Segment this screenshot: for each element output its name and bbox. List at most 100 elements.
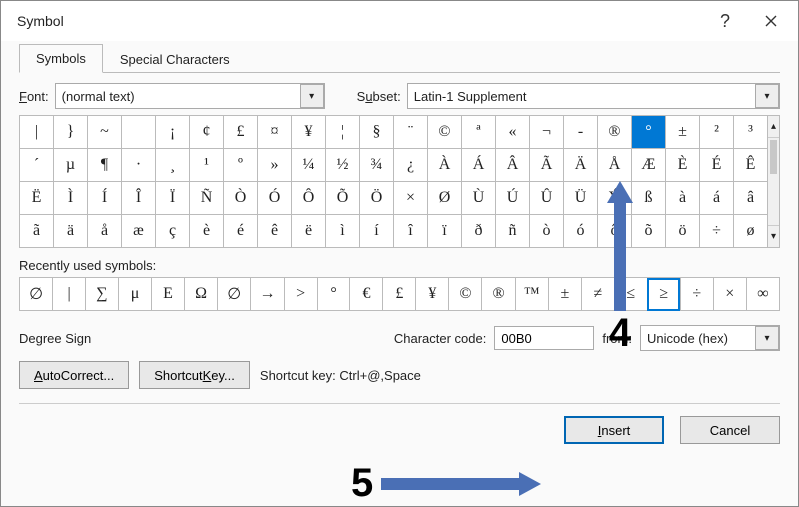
symbol-cell[interactable]: µ [54, 149, 88, 182]
symbol-cell[interactable]: Ã [530, 149, 564, 182]
symbol-cell[interactable]: ÷ [700, 215, 734, 248]
symbol-cell[interactable]: Æ [632, 149, 666, 182]
recent-cell[interactable]: ≠ [581, 278, 614, 311]
symbol-cell[interactable]: à [666, 182, 700, 215]
recent-cell[interactable]: ∑ [85, 278, 118, 311]
symbol-cell[interactable]: Ê [734, 149, 768, 182]
symbol-cell[interactable]: Ö [360, 182, 394, 215]
symbol-cell[interactable]: ³ [734, 116, 768, 149]
symbol-cell[interactable]: ¡ [156, 116, 190, 149]
symbol-cell[interactable]: Ô [292, 182, 326, 215]
symbol-cell[interactable]: á [700, 182, 734, 215]
symbol-cell[interactable]: Ä [564, 149, 598, 182]
symbol-cell[interactable]: ì [326, 215, 360, 248]
symbol-cell[interactable]: | [20, 116, 54, 149]
symbol-cell[interactable]: ° [632, 116, 666, 149]
symbol-cell[interactable]: º [224, 149, 258, 182]
tab-symbols[interactable]: Symbols [19, 44, 103, 73]
symbol-cell[interactable]: Ù [462, 182, 496, 215]
symbol-cell[interactable]: í [360, 215, 394, 248]
symbol-cell[interactable]: ß [632, 182, 666, 215]
close-button[interactable] [748, 2, 794, 40]
font-select[interactable]: (normal text) ▾ [55, 83, 325, 109]
symbol-cell[interactable]: ¾ [360, 149, 394, 182]
autocorrect-button[interactable]: AutoCorrect... [19, 361, 129, 389]
recent-cell[interactable]: Ε [152, 278, 185, 311]
help-button[interactable]: ? [702, 2, 748, 40]
symbol-cell[interactable]: Ú [496, 182, 530, 215]
scroll-down-icon[interactable]: ▾ [768, 225, 779, 247]
symbol-cell[interactable]: À [428, 149, 462, 182]
symbol-cell[interactable]: ~ [88, 116, 122, 149]
symbol-cell[interactable]: £ [224, 116, 258, 149]
symbol-cell[interactable]: ± [666, 116, 700, 149]
symbol-cell[interactable]: ¨ [394, 116, 428, 149]
symbol-cell[interactable]: Î [122, 182, 156, 215]
symbol-cell[interactable]: õ [632, 215, 666, 248]
symbol-cell[interactable]: Ý [598, 182, 632, 215]
recent-cell[interactable]: > [284, 278, 317, 311]
symbol-cell[interactable]: ª [462, 116, 496, 149]
recent-cell[interactable]: → [251, 278, 284, 311]
symbol-cell[interactable]: É [700, 149, 734, 182]
recent-cell[interactable]: © [449, 278, 482, 311]
recent-cell[interactable]: ∅ [218, 278, 251, 311]
symbol-cell[interactable]: § [360, 116, 394, 149]
symbol-cell[interactable]: ä [54, 215, 88, 248]
symbol-cell[interactable]: ¶ [88, 149, 122, 182]
recent-grid[interactable]: ∅|∑μΕΩ∅→>°€£¥©®™±≠≤≥÷×∞ [19, 277, 780, 311]
recent-cell[interactable]: ¥ [416, 278, 449, 311]
symbol-cell[interactable]: Ï [156, 182, 190, 215]
symbol-cell[interactable]: Û [530, 182, 564, 215]
recent-cell[interactable]: ∞ [746, 278, 779, 311]
recent-cell[interactable]: ® [482, 278, 515, 311]
symbol-cell[interactable]: ¸ [156, 149, 190, 182]
recent-cell[interactable]: ± [548, 278, 581, 311]
grid-scrollbar[interactable]: ▴ ▾ [768, 115, 780, 248]
symbol-cell[interactable]: é [224, 215, 258, 248]
symbol-cell[interactable]: ê [258, 215, 292, 248]
symbol-cell[interactable]: ô [598, 215, 632, 248]
symbol-cell[interactable]: ¤ [258, 116, 292, 149]
symbol-cell[interactable]: Õ [326, 182, 360, 215]
symbol-cell[interactable]: ¹ [190, 149, 224, 182]
recent-cell[interactable]: € [350, 278, 383, 311]
symbol-cell[interactable]: ã [20, 215, 54, 248]
symbol-cell[interactable]: ø [734, 215, 768, 248]
symbol-cell[interactable]: · [122, 149, 156, 182]
symbol-cell[interactable]: Ø [428, 182, 462, 215]
symbol-cell[interactable]: ¢ [190, 116, 224, 149]
scroll-thumb[interactable] [770, 140, 777, 174]
symbol-cell[interactable]: â [734, 182, 768, 215]
tab-special-characters[interactable]: Special Characters [103, 45, 247, 73]
symbol-cell[interactable]: ç [156, 215, 190, 248]
subset-select[interactable]: Latin-1 Supplement ▾ [407, 83, 780, 109]
symbol-cell[interactable]: ¿ [394, 149, 428, 182]
symbol-cell[interactable]: ­- [564, 116, 598, 149]
symbol-cell[interactable]: ² [700, 116, 734, 149]
symbol-cell[interactable]: ó [564, 215, 598, 248]
symbol-cell[interactable]: Í [88, 182, 122, 215]
scroll-up-icon[interactable]: ▴ [768, 116, 779, 138]
symbol-cell[interactable]: Ó [258, 182, 292, 215]
symbol-cell[interactable]: Å [598, 149, 632, 182]
symbol-cell[interactable]: Ì [54, 182, 88, 215]
symbol-grid[interactable]: |}~ ¡¢£¤¥¦§¨©ª«¬­-®°±²³´µ¶·¸¹º»¼½¾¿ÀÁÂÃÄ… [19, 115, 768, 248]
symbol-cell[interactable]: Â [496, 149, 530, 182]
symbol-cell[interactable]: ¬ [530, 116, 564, 149]
symbol-cell[interactable]: î [394, 215, 428, 248]
symbol-cell[interactable]: × [394, 182, 428, 215]
symbol-cell[interactable]: © [428, 116, 462, 149]
recent-cell[interactable]: × [713, 278, 746, 311]
symbol-cell[interactable]: ò [530, 215, 564, 248]
recent-cell[interactable]: Ω [185, 278, 218, 311]
symbol-cell[interactable]: ¥ [292, 116, 326, 149]
symbol-cell[interactable]: æ [122, 215, 156, 248]
recent-cell[interactable]: ÷ [680, 278, 713, 311]
symbol-cell[interactable]: Ü [564, 182, 598, 215]
cancel-button[interactable]: Cancel [680, 416, 780, 444]
symbol-cell[interactable]: ð [462, 215, 496, 248]
symbol-cell[interactable]: « [496, 116, 530, 149]
symbol-cell[interactable]: ´ [20, 149, 54, 182]
symbol-cell[interactable] [122, 116, 156, 149]
